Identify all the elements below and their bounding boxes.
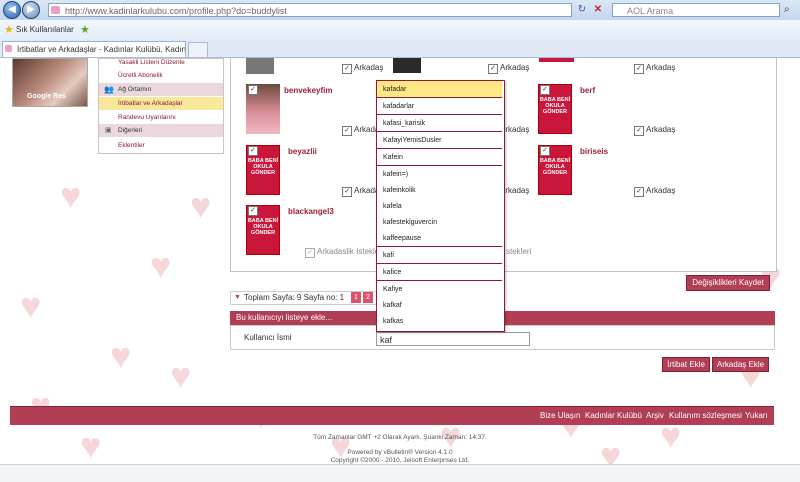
friend-checkbox[interactable]: ✓ [342,64,352,74]
tab-active[interactable]: İrtibatlar ve Arkadaşlar - Kadınlar Kulü… [2,41,186,57]
heart-decoration: ♥ [20,285,42,326]
site-favicon [51,6,60,14]
browser-toolbar: ◀ ▶ http://www.kadinlarkulubu.com/profil… [0,0,800,21]
save-changes-button[interactable]: Değişiklikleri Kaydet [686,275,770,291]
menu-item-addons[interactable]: Eklentiler [99,139,223,152]
page-link-1[interactable]: 1 [351,292,361,303]
friend-photo [393,58,421,73]
friend-label: Arkadaş [354,63,384,72]
friend-photo [539,58,574,62]
autocomplete-item[interactable]: kafeinkolik [377,182,502,199]
network-icon: 👥 [104,85,114,94]
favorites-star-icon[interactable]: ★ [4,23,14,36]
menu-section-other: ▣ Diğerleri [99,124,223,137]
footer-link-home[interactable]: Kadınlar Kulübü [585,407,642,425]
friend-request-label-tail: stekleri [506,247,532,256]
menu-item-event-reminders[interactable]: Randevu Uyarılarını [99,111,223,124]
autocomplete-item[interactable]: kafadarlar [377,98,502,115]
back-icon[interactable]: ◀ [3,1,21,19]
footer-copyright: Copyright ©2000 - 2010, Jelsoft Enterpri… [330,457,470,464]
add-favorite-icon[interactable]: ★ [80,23,90,36]
autocomplete-item[interactable]: kafasi_karisik [377,115,502,132]
heart-decoration: ♥ [170,355,192,396]
tab-favicon [5,45,12,52]
menu-item-paid-subscription[interactable]: Ücretli Abonelik [99,69,223,82]
stop-icon[interactable]: ✕ [592,4,604,16]
pager-label: Toplam Sayfa: 9 Sayfa no: 1 [244,293,345,302]
autocomplete-item[interactable]: KafayiYemisDusler [377,132,502,149]
avatar: Google Res [12,58,88,107]
autocomplete-item[interactable]: Kafiye [377,281,502,298]
footer-link-top[interactable]: Yukarı [745,407,768,425]
heart-decoration: ♥ [110,335,132,376]
menu-item-ignore-list[interactable]: Yasakli Listeni Düzenle [99,56,223,69]
friend-checkbox[interactable]: ✓ [488,64,498,74]
friend-photo [246,58,274,74]
friend-checkbox[interactable]: ✓ [634,126,644,136]
page-link-2[interactable]: 2 [363,292,373,303]
autocomplete-item[interactable]: kafesteki̇guvercin [377,214,502,231]
friend-checkbox[interactable]: ✓ [342,126,352,136]
friend-name[interactable]: biriseis [580,147,608,156]
footer-powered-by: Powered by vBulletin® Version 4.1.0 [347,449,453,456]
heart-decoration: ♥ [150,245,172,286]
pagination: ▼ Toplam Sayfa: 9 Sayfa no: 1 1 2 [230,291,378,305]
friend-checkbox[interactable]: ✓ [248,206,258,216]
friend-name[interactable]: benvekeyfim [284,86,332,95]
menu-section-network: 👥 Ağ Ortamın [99,83,223,96]
autocomplete-item[interactable]: kafein=) [377,166,502,183]
autocomplete-item[interactable]: kafela [377,198,502,215]
menu-item-contacts-friends[interactable]: İrtibatlar ve Arkadaşlar [99,97,223,110]
friend-checkbox[interactable]: ✓ [634,64,644,74]
footer-link-contact[interactable]: Bize Ulaşın [540,407,580,425]
friend-name[interactable]: beyazlii [288,147,317,156]
friend-label: Arkadaş [646,186,676,195]
footer-nav: Bize Ulaşın Kadınlar Kulübü Arşiv Kullan… [10,406,774,425]
add-friend-button[interactable]: Arkadaş Ekle [712,357,769,372]
friend-label: Arkadaş [500,63,530,72]
footer-timezone: Tüm Zamanlar GMT +2 Olarak Ayarlı. Şuank… [313,434,487,441]
friend-label: Arkadaş [646,63,676,72]
friend-checkbox[interactable]: ✓ [248,85,258,95]
browser-status-bar [0,464,800,482]
autocomplete-item[interactable]: kafadar [377,81,502,98]
profile-sidebar-menu: Yasakli Listeni Düzenle Ücretli Abonelik… [98,58,224,154]
heart-decoration: ♥ [60,175,82,216]
pager-dropdown-icon[interactable]: ▼ [234,292,241,304]
autocomplete-item[interactable]: Kafein [377,149,502,166]
friend-checkbox[interactable]: ✓ [540,146,550,156]
add-contact-button[interactable]: İrtibat Ekle [662,357,710,372]
friend-request-label: Arkadaslik Istekle [317,247,380,256]
friend-checkbox[interactable]: ✓ [342,187,352,197]
friend-request-checkbox[interactable]: ✓ [305,248,315,258]
favorites-label[interactable]: Sık Kullanılanlar [16,25,74,34]
avatar-caption: Google Res [27,93,66,100]
other-icon: ▣ [105,127,112,134]
autocomplete-item[interactable]: kafkas [377,313,502,330]
autocomplete-item[interactable]: kaffeepause [377,230,502,247]
footer-link-terms[interactable]: Kullanım sözleşmesi [669,407,742,425]
menu-section-other-label: Diğerleri [118,127,143,134]
search-input[interactable]: AOL Arama [612,3,780,17]
username-label: Kullanıcı İsmi [244,333,292,342]
refresh-icon[interactable]: ↻ [576,4,588,16]
autocomplete-item[interactable]: kafkaf [377,297,502,314]
autocomplete-item[interactable]: kafice [377,264,502,281]
menu-section-network-label: Ağ Ortamın [118,86,152,93]
search-icon[interactable]: ⌕ [784,4,796,16]
friend-name[interactable]: blackangel3 [288,207,334,216]
autocomplete-dropdown: kafadar kafadarlar kafasi_karisik Kafayi… [376,80,505,332]
friend-name[interactable]: berf [580,86,595,95]
autocomplete-item[interactable]: kafi [377,247,502,264]
username-input[interactable]: kaf [376,332,530,346]
friend-label: Arkadaş [646,125,676,134]
friend-checkbox[interactable]: ✓ [248,146,258,156]
friend-checkbox[interactable]: ✓ [634,187,644,197]
favorites-bar: ★ Sık Kullanılanlar ★ [0,20,800,41]
heart-decoration: ♥ [190,185,212,226]
address-bar[interactable]: http://www.kadinlarkulubu.com/profile.ph… [48,3,572,17]
footer-link-archive[interactable]: Arşiv [646,407,664,425]
friend-checkbox[interactable]: ✓ [540,85,550,95]
forward-icon[interactable]: ▶ [22,1,40,19]
